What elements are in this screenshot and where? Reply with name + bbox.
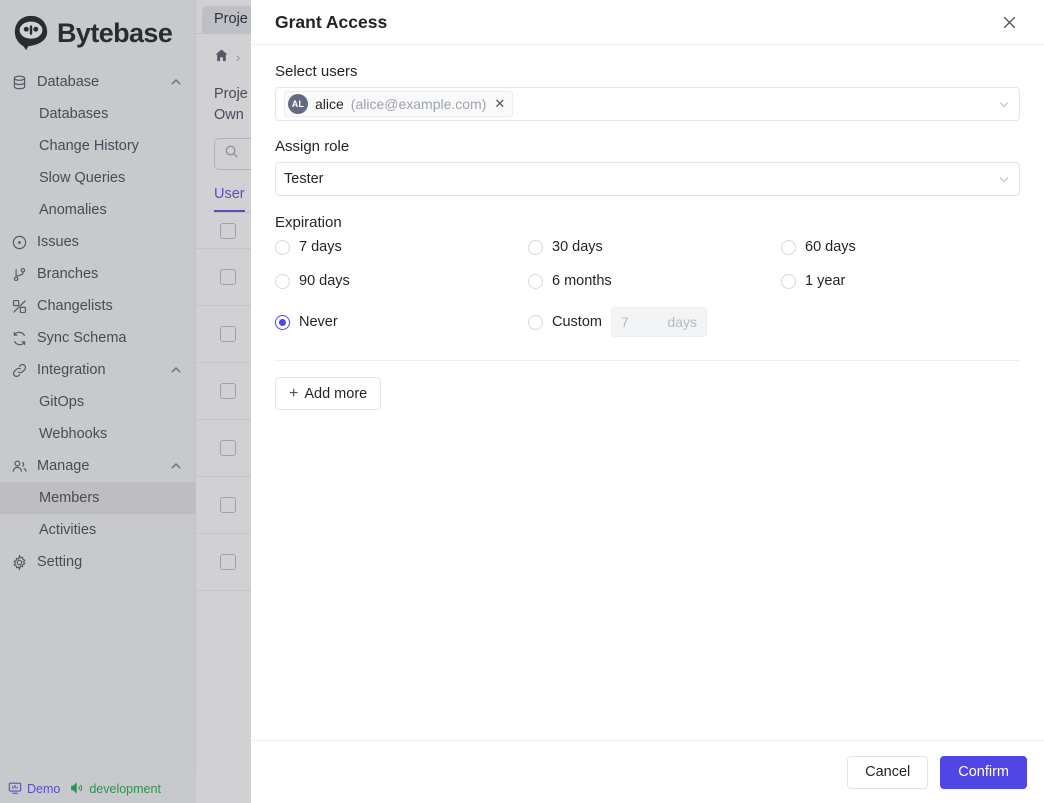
add-more-label: Add more	[304, 385, 368, 402]
expiration-option-never[interactable]: Never	[275, 307, 528, 337]
expiration-option-1-year[interactable]: 1 year	[781, 273, 1020, 289]
custom-days-input[interactable]: 7 days	[610, 307, 707, 337]
dialog-title: Grant Access	[275, 11, 388, 32]
radio-icon[interactable]	[528, 273, 543, 289]
assign-role-value: Tester	[284, 171, 324, 187]
select-users-label: Select users	[275, 63, 358, 80]
radio-icon-selected[interactable]	[275, 314, 290, 330]
radio-icon[interactable]	[528, 239, 543, 255]
expiration-option-7-days[interactable]: 7 days	[275, 239, 528, 255]
radio-icon[interactable]	[781, 273, 796, 289]
expiration-option-label: 30 days	[552, 239, 603, 255]
expiration-option-label: 7 days	[299, 239, 342, 255]
expiration-option-label: 6 months	[552, 273, 612, 289]
expiration-radio-group: 7 days 30 days 60 days 90 days 6 months	[275, 239, 1020, 337]
expiration-option-label: Never	[299, 314, 338, 330]
dialog-footer: Cancel Confirm	[251, 740, 1044, 803]
radio-icon[interactable]	[781, 239, 796, 255]
plus-icon: +	[289, 384, 299, 402]
expiration-option-label: 90 days	[299, 273, 350, 289]
custom-days-placeholder: 7	[620, 314, 629, 330]
user-chip-name: alice	[315, 96, 344, 112]
avatar: AL	[288, 94, 308, 114]
close-icon[interactable]: ✕	[494, 96, 505, 112]
expiration-option-90-days[interactable]: 90 days	[275, 273, 528, 289]
chevron-down-icon[interactable]	[997, 172, 1011, 186]
user-chip: AL alice (alice@example.com) ✕	[284, 91, 514, 117]
dialog-body: Select users AL alice (alice@example.com…	[251, 45, 1044, 740]
cancel-button[interactable]: Cancel	[847, 755, 929, 789]
radio-icon[interactable]	[528, 314, 543, 330]
add-more-button[interactable]: + Add more	[275, 377, 382, 410]
section-divider	[275, 360, 1020, 361]
expiration-option-label: 60 days	[805, 239, 856, 255]
assign-role-label: Assign role	[275, 138, 350, 155]
custom-days-unit: days	[667, 314, 697, 330]
close-icon[interactable]	[998, 11, 1020, 33]
user-chip-email: (alice@example.com)	[350, 96, 487, 112]
radio-icon[interactable]	[275, 273, 290, 289]
assign-role-select[interactable]: Tester	[275, 162, 1020, 196]
grant-access-dialog: Grant Access Select users AL alice (alic…	[251, 0, 1044, 803]
radio-icon[interactable]	[275, 239, 290, 255]
expiration-option-custom[interactable]: Custom	[528, 314, 602, 330]
expiration-option-label: 1 year	[805, 273, 846, 289]
expiration-option-6-months[interactable]: 6 months	[528, 273, 781, 289]
expiration-label: Expiration	[275, 214, 342, 231]
confirm-button[interactable]: Confirm	[940, 755, 1027, 789]
expiration-option-label: Custom	[552, 314, 602, 330]
select-users-input[interactable]: AL alice (alice@example.com) ✕	[275, 87, 1020, 121]
expiration-option-30-days[interactable]: 30 days	[528, 239, 781, 255]
dialog-header: Grant Access	[251, 0, 1044, 45]
chevron-down-icon[interactable]	[997, 97, 1011, 111]
expiration-option-60-days[interactable]: 60 days	[781, 239, 1020, 255]
